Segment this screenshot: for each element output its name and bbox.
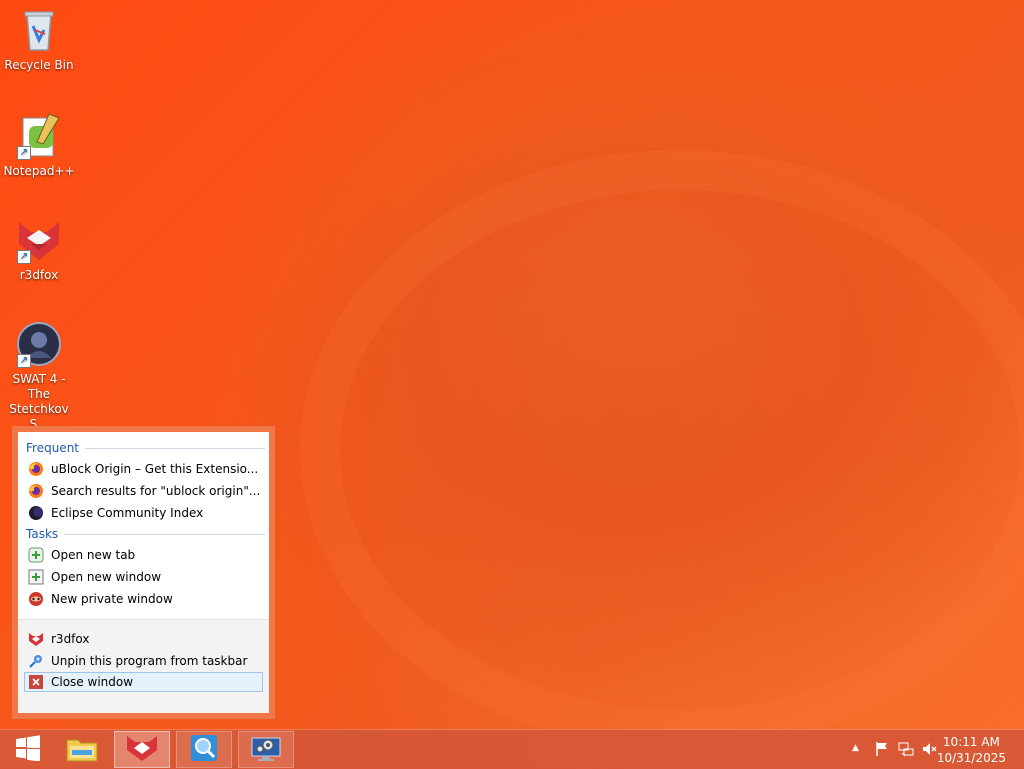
- jump-list-item[interactable]: Eclipse Community Index: [18, 502, 269, 524]
- jump-list-item-label: Unpin this program from taskbar: [51, 654, 248, 668]
- wallpaper-swirl-ring: [300, 150, 1024, 750]
- close-window-item[interactable]: Close window: [24, 672, 263, 692]
- unpin-icon: [28, 653, 44, 669]
- show-hidden-icons-chevron-icon[interactable]: ▲: [852, 743, 859, 753]
- r3dfox-icon: [126, 734, 158, 766]
- clock-time: 10:11 AM: [942, 735, 1000, 749]
- shortcut-arrow-icon: ↗: [17, 146, 31, 160]
- jump-list-item-label: Search results for "ublock origin"...: [51, 484, 261, 498]
- r3dfox-logo-icon: ↗: [15, 216, 63, 264]
- monitor-gear-icon: [250, 734, 282, 766]
- desktop-icon-r3dfox[interactable]: ↗ r3dfox: [0, 216, 78, 283]
- taskbar-jump-list: Frequent uBlock Origin – Get this Extens…: [12, 426, 275, 719]
- recycle-bin-icon: [15, 6, 63, 54]
- windows-logo-icon: [15, 734, 41, 765]
- desktop-icon-label: Notepad++: [3, 164, 75, 178]
- section-title: Tasks: [26, 527, 59, 541]
- eclipse-icon: [28, 505, 44, 521]
- jump-list-section-frequent: Frequent: [18, 438, 269, 458]
- start-button[interactable]: [0, 731, 56, 768]
- section-title: Frequent: [26, 441, 79, 455]
- desktop-icon-recycle-bin[interactable]: Recycle Bin: [0, 6, 78, 73]
- jump-list-item-label: Eclipse Community Index: [51, 506, 204, 520]
- jump-list-item-label: Close window: [51, 675, 134, 689]
- notepadpp-icon: ↗: [15, 112, 63, 160]
- r3dfox-icon: [28, 631, 44, 647]
- desktop-icon-swat4[interactable]: ↗ SWAT 4 - The Stetchkov S...: [0, 320, 78, 432]
- desktop-icon-label: SWAT 4 - The Stetchkov S...: [9, 372, 69, 431]
- new-tab-icon: [28, 547, 44, 563]
- volume-muted-icon[interactable]: [922, 741, 938, 760]
- jump-list-item[interactable]: Open new tab: [18, 544, 269, 566]
- swat4-icon: ↗: [15, 320, 63, 368]
- firefox-icon: [28, 461, 44, 477]
- shortcut-arrow-icon: ↗: [17, 354, 31, 368]
- jump-list-item-label: Open new tab: [51, 548, 136, 562]
- file-explorer-icon: [66, 734, 98, 766]
- jump-list-section-tasks: Tasks: [18, 524, 269, 544]
- clock-date: 10/31/2025: [936, 751, 1006, 765]
- private-window-icon: [28, 591, 44, 607]
- jump-list-item[interactable]: uBlock Origin – Get this Extensio...: [18, 458, 269, 480]
- desktop-icon-label: r3dfox: [19, 268, 59, 282]
- jump-list-item-label: Open new window: [51, 570, 162, 584]
- firefox-icon: [28, 483, 44, 499]
- taskbar-app-magnifier[interactable]: [176, 731, 232, 768]
- taskbar: ▲ 10:11 AM 10/31/2025: [0, 729, 1024, 769]
- magnifier-icon: [190, 734, 218, 766]
- jump-list-item[interactable]: Open new window: [18, 566, 269, 588]
- unpin-taskbar-item[interactable]: Unpin this program from taskbar: [18, 650, 269, 672]
- shortcut-arrow-icon: ↗: [17, 250, 31, 264]
- jump-list-item-label: r3dfox: [51, 632, 90, 646]
- taskbar-file-explorer[interactable]: [54, 731, 110, 768]
- jump-list-item-app[interactable]: r3dfox: [18, 628, 269, 650]
- jump-list-footer: r3dfox Unpin this program from taskbar C…: [18, 619, 269, 713]
- jump-list-item-label: New private window: [51, 592, 173, 606]
- jump-list-item[interactable]: Search results for "ublock origin"...: [18, 480, 269, 502]
- action-center-flag-icon[interactable]: [874, 741, 890, 760]
- desktop-icon-notepadpp[interactable]: ↗ Notepad++: [0, 112, 78, 179]
- close-icon: [28, 674, 44, 690]
- new-window-icon: [28, 569, 44, 585]
- taskbar-app-settings[interactable]: [238, 731, 294, 768]
- network-icon[interactable]: [898, 741, 914, 760]
- taskbar-r3dfox[interactable]: [114, 731, 170, 768]
- jump-list-item[interactable]: New private window: [18, 588, 269, 610]
- desktop-icon-label: Recycle Bin: [4, 58, 74, 72]
- taskbar-clock[interactable]: 10:11 AM 10/31/2025: [937, 734, 1006, 766]
- jump-list-item-label: uBlock Origin – Get this Extensio...: [51, 462, 259, 476]
